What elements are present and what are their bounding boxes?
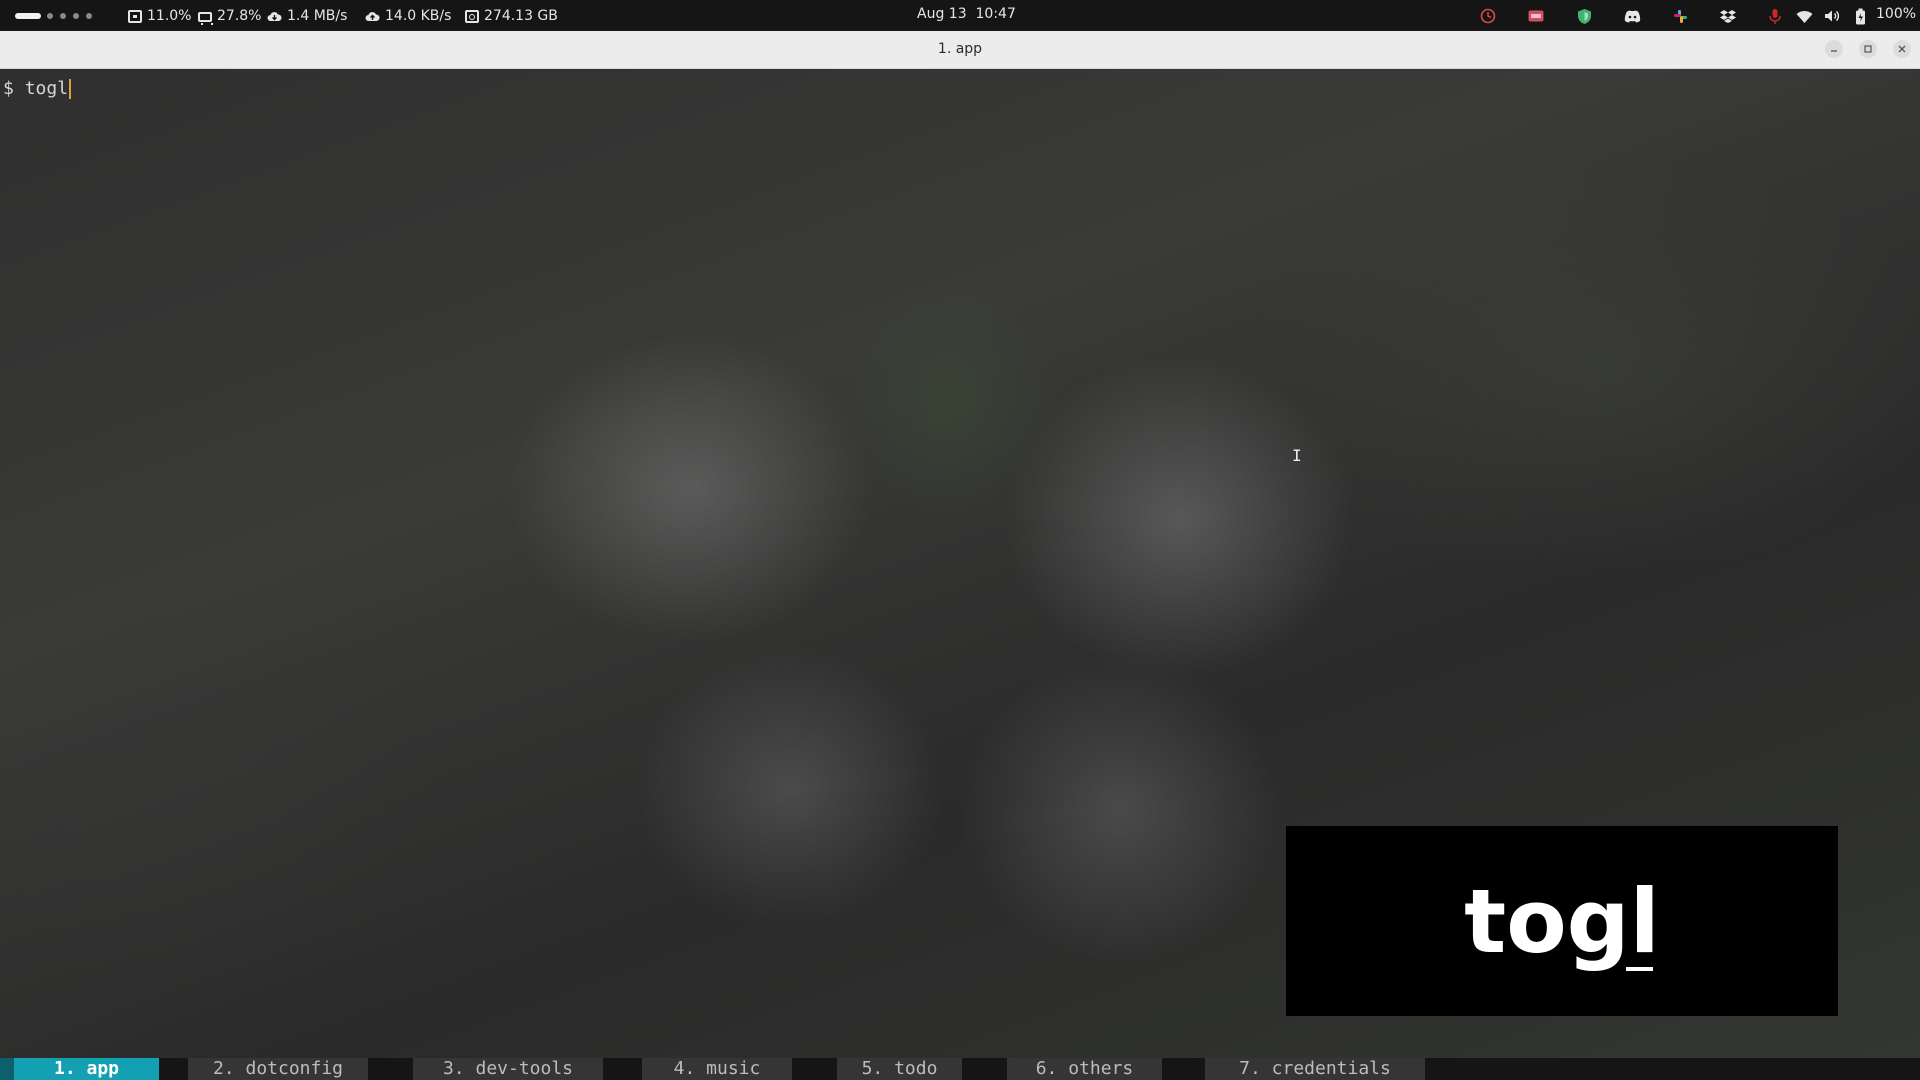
keystroke-cursor [1626,967,1653,971]
date: Aug 13 [917,6,967,22]
tmux-window-label: 6. others [1035,1058,1134,1079]
command-text: togl [24,78,69,99]
cloud-download-icon [267,11,282,21]
keystroke-text: togl [1464,869,1660,973]
clock[interactable]: Aug 13 10:47 [917,6,1016,22]
discord-icon[interactable] [1622,6,1642,26]
battery-percent: 100% [1876,6,1917,22]
workspace-dot[interactable] [60,13,66,19]
close-icon [1898,45,1906,53]
shield-vpn-icon[interactable] [1574,6,1594,26]
memory-usage[interactable]: 27.8% [198,7,261,25]
keystroke-overlay: togl [1286,826,1838,1016]
maximize-icon [1864,45,1872,53]
tmux-window-tab[interactable]: 4. music [642,1058,792,1080]
text-cursor [69,78,72,99]
workspace-dot[interactable] [86,13,92,19]
memory-icon [198,11,213,25]
status-edge [0,1058,14,1080]
cpu-icon [128,9,142,23]
battery-icon[interactable] [1850,6,1870,26]
wifi-icon[interactable] [1794,6,1814,26]
disk-usage[interactable]: 274.13 GB [465,7,558,25]
tmux-window-label: 4. music [673,1058,761,1079]
tmux-window-tab[interactable]: 2. dotconfig [188,1058,368,1080]
tmux-status-bar: 1. app 2. dotconfig 3. dev-tools 4. musi… [0,1058,1920,1080]
tmux-window-label: 2. dotconfig [212,1058,344,1079]
window-title-bar[interactable]: 1. app [0,31,1920,69]
desktop: 11.0% 27.8% 1.4 MB/s 14.0 KB/s 274.13 GB [0,0,1920,1080]
cloud-upload-icon [365,11,380,21]
minimize-icon [1831,50,1837,52]
minimize-button[interactable] [1825,40,1843,58]
volume-icon[interactable] [1822,6,1842,26]
tmux-window-label: 5. todo [861,1058,938,1079]
dropbox-icon[interactable] [1718,6,1738,26]
upload-speed[interactable]: 14.0 KB/s [365,7,451,25]
system-top-bar: 11.0% 27.8% 1.4 MB/s 14.0 KB/s 274.13 GB [0,0,1920,31]
tmux-window-tab[interactable]: 6. others [1007,1058,1162,1080]
workspace-active-dot[interactable] [15,13,41,19]
tmux-window-tab[interactable]: 3. dev-tools [413,1058,603,1080]
microphone-muted-icon[interactable] [1765,6,1785,26]
terminal-pane[interactable]: $ togl I togl [0,69,1920,1058]
disk-value: 274.13 GB [484,8,558,24]
download-speed[interactable]: 1.4 MB/s [267,7,347,25]
command-line[interactable]: $ togl [3,78,72,99]
mouse-ibeam-icon: I [1292,446,1302,465]
timer-icon[interactable] [1478,6,1498,26]
window-title: 1. app [937,41,983,57]
tmux-window-tab[interactable]: 7. credentials [1205,1058,1425,1080]
memory-value: 27.8% [217,8,262,24]
tmux-window-tab[interactable]: 1. app [14,1058,159,1080]
slack-icon[interactable] [1670,6,1690,26]
time: 10:47 [975,6,1016,22]
keyboard-layout-icon[interactable] [1526,6,1546,26]
tmux-window-label: 1. app [53,1058,120,1079]
tmux-window-label: 7. credentials [1239,1058,1391,1079]
prompt-symbol: $ [3,78,14,99]
close-button[interactable] [1893,40,1911,58]
tmux-window-label: 3. dev-tools [442,1058,574,1079]
disk-icon [465,9,479,23]
tmux-window-tab[interactable]: 5. todo [837,1058,962,1080]
upload-value: 14.0 KB/s [385,8,452,24]
cpu-usage[interactable]: 11.0% [128,7,191,25]
cpu-value: 11.0% [147,8,192,24]
download-value: 1.4 MB/s [287,8,348,24]
workspace-dot[interactable] [73,13,79,19]
workspace-dot[interactable] [47,13,53,19]
maximize-button[interactable] [1859,40,1877,58]
